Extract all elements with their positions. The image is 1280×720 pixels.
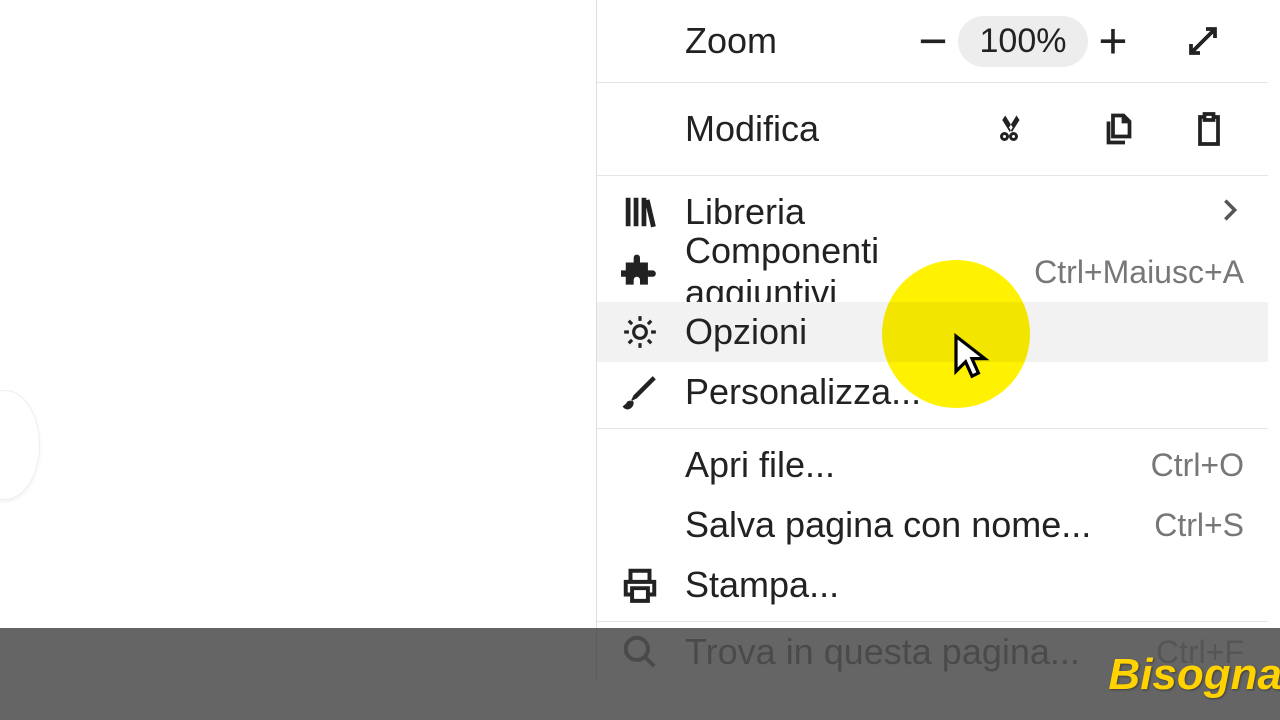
library-icon: [621, 193, 685, 231]
menu-item-label: Personalizza...: [685, 371, 1244, 413]
fullscreen-icon: [1185, 23, 1221, 59]
chevron-right-icon: [1216, 191, 1244, 233]
menu-item-label: Opzioni: [685, 311, 1244, 353]
menu-item-addons[interactable]: Componenti aggiuntivi Ctrl+Maiusc+A: [597, 242, 1268, 302]
paintbrush-icon: [621, 373, 685, 411]
menu-item-label: Stampa...: [685, 564, 1244, 606]
copy-button[interactable]: [1064, 111, 1174, 147]
cut-icon: [991, 111, 1027, 147]
gear-icon: [621, 313, 685, 351]
video-subtitle: Bisogna: [1108, 650, 1280, 700]
zoom-level[interactable]: 100%: [978, 0, 1068, 82]
menu-item-print[interactable]: Stampa...: [597, 555, 1268, 615]
menu-item-label: Salva pagina con nome...: [685, 504, 1154, 546]
menu-item-label: Libreria: [685, 191, 1216, 233]
menu-shortcut: Ctrl+O: [1151, 447, 1244, 484]
edit-row: Modifica: [597, 83, 1268, 175]
menu-shortcut: Ctrl+Maiusc+A: [1034, 254, 1244, 291]
copy-icon: [1101, 111, 1137, 147]
hamburger-menu-panel: Zoom − 100% + Modifica: [596, 0, 1268, 682]
paste-button[interactable]: [1174, 111, 1244, 147]
menu-item-options[interactable]: Opzioni: [597, 302, 1268, 362]
zoom-in-button[interactable]: +: [1068, 0, 1158, 82]
menu-item-customize[interactable]: Personalizza...: [597, 362, 1268, 422]
menu-item-label: Apri file...: [685, 444, 1151, 486]
menu-item-open-file[interactable]: Apri file... Ctrl+O: [597, 435, 1268, 495]
menu-shortcut: Ctrl+S: [1154, 507, 1244, 544]
background-blob: [0, 390, 40, 500]
puzzle-icon: [621, 253, 685, 291]
video-caption-bar: [0, 628, 1280, 720]
zoom-label: Zoom: [685, 20, 888, 62]
minus-icon: −: [918, 12, 947, 70]
cut-button[interactable]: [954, 111, 1064, 147]
fullscreen-button[interactable]: [1158, 0, 1248, 82]
print-icon: [621, 566, 685, 604]
menu-item-save-as[interactable]: Salva pagina con nome... Ctrl+S: [597, 495, 1268, 555]
plus-icon: +: [1098, 12, 1127, 70]
paste-icon: [1191, 111, 1227, 147]
edit-label: Modifica: [685, 108, 954, 150]
zoom-row: Zoom − 100% +: [597, 0, 1268, 82]
